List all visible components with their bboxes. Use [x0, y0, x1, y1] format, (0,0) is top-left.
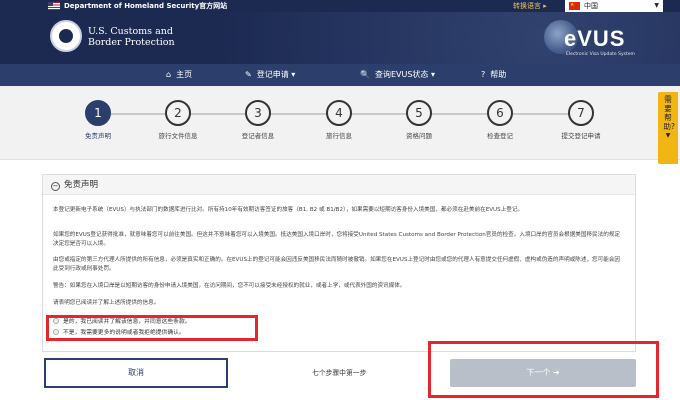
nav-home[interactable]: ⌂ 主页 — [166, 64, 192, 86]
step-6: 6 检查登记 — [465, 100, 535, 140]
help-side-tab[interactable]: 需要帮助? ▼ — [658, 92, 678, 164]
disclaimer-paragraph: 由您或指定的第三方代理人所提供的所有信息，必须是真实和正确的。在EVUS上的登记… — [53, 257, 621, 272]
step-number: 2 — [165, 100, 191, 126]
nav-apply[interactable]: ✎ 登记申请 ▾ — [245, 64, 295, 86]
step-label: 资格问题 — [406, 132, 432, 140]
chevron-down-icon: ▾ — [430, 70, 435, 79]
language-value: 中国 — [584, 2, 598, 10]
gov-banner: Department of Homeland Security官方网站 转换语言… — [0, 0, 680, 12]
evus-tagline: Electronic Visa Update System — [566, 52, 635, 57]
site-header: U.S. Customs and Border Protection eVUS … — [0, 12, 680, 64]
step-number: 5 — [406, 100, 432, 126]
step-wizard: 1 免责声明 2 旅行文件信息 3 登记者信息 4 旅行信息 5 资格问题 6 … — [0, 86, 680, 160]
edit-icon: ✎ — [245, 70, 252, 79]
panel-title: 免责声明 — [64, 180, 99, 190]
chevron-down-icon: ▾ — [291, 70, 296, 79]
agency-label: Department of Homeland Security官方网站 — [64, 2, 228, 10]
language-select[interactable]: 中国 ▼ — [565, 0, 663, 12]
step-1: 1 免责声明 — [63, 100, 133, 140]
acknowledge-prompt: 请表明您已阅读并了解上述所提供的信息。 — [53, 300, 160, 306]
nav-check-status-label: 查询EVUS状态 — [374, 70, 429, 79]
step-number: 6 — [487, 100, 513, 126]
evus-logo[interactable]: eVUS — [564, 26, 625, 52]
cbp-wordmark[interactable]: U.S. Customs and Border Protection — [88, 26, 175, 48]
step-label: 旅行信息 — [326, 132, 352, 140]
dhs-seal-logo[interactable] — [50, 20, 82, 52]
cancel-button[interactable]: 取消 — [44, 358, 228, 388]
step-progress-text: 七个步骤中第一步 — [312, 369, 367, 377]
step-label: 旅行文件信息 — [158, 132, 198, 140]
cbp-line-2: Border Protection — [88, 37, 175, 48]
step-number: 4 — [326, 100, 352, 126]
disclaimer-paragraph: 警告：如果您在入境口岸是以短期访客的身份申请入境美国，在访问期间，您不可以接受未… — [53, 283, 406, 289]
highlight-box-next — [428, 341, 659, 398]
step-number: 7 — [568, 100, 594, 126]
nav-check-status[interactable]: 🔍 查询EVUS状态 ▾ — [360, 64, 435, 86]
step-label: 检查登记 — [487, 132, 513, 140]
step-7: 7 提交登记申请 — [546, 100, 616, 140]
step-5: 5 资格问题 — [384, 100, 454, 140]
chevron-down-icon: ▼ — [665, 132, 671, 139]
nav-help[interactable]: ? 帮助 — [481, 64, 506, 86]
step-2: 2 旅行文件信息 — [143, 100, 213, 140]
step-number: 3 — [245, 100, 271, 126]
nav-help-label: 帮助 — [490, 70, 507, 79]
highlight-box-options — [46, 315, 258, 341]
chevron-down-icon: ▼ — [654, 2, 659, 9]
nav-home-label: 主页 — [176, 70, 193, 79]
home-icon: ⌂ — [166, 70, 172, 79]
step-3: 3 登记者信息 — [223, 100, 293, 140]
china-flag-icon — [569, 0, 580, 11]
step-number: 1 — [85, 100, 111, 126]
us-flag-icon — [48, 2, 60, 10]
help-tab-label: 需要帮助? — [663, 95, 675, 131]
disclaimer-paragraph: 本登记更新电子系统（EVUS）与执法部门的数据库进行比对。所有持10年有效期访客… — [53, 207, 524, 213]
step-label: 登记者信息 — [241, 132, 275, 140]
panel-header[interactable]: − 免责声明 — [43, 175, 635, 195]
nav-apply-label: 登记申请 — [256, 70, 289, 79]
help-icon: ? — [481, 70, 486, 79]
cbp-line-1: U.S. Customs and — [88, 26, 173, 37]
disclaimer-paragraph: 如果您的EVUS登记获得批准，就意味着您可以前往美国。但这并不意味着您可以入境美… — [53, 232, 621, 247]
step-4: 4 旅行信息 — [304, 100, 374, 140]
step-label: 提交登记申请 — [561, 132, 601, 140]
main-nav: ⌂ 主页 ✎ 登记申请 ▾ 🔍 查询EVUS状态 ▾ ? 帮助 — [0, 64, 680, 86]
disclaimer-panel: − 免责声明 本登记更新电子系统（EVUS）与执法部门的数据库进行比对。所有持10… — [42, 174, 636, 352]
change-language-link[interactable]: 转换语言 ▸ — [513, 1, 547, 11]
search-icon: 🔍 — [360, 70, 370, 79]
collapse-icon[interactable]: − — [51, 182, 60, 191]
step-label: 免责声明 — [85, 132, 111, 140]
